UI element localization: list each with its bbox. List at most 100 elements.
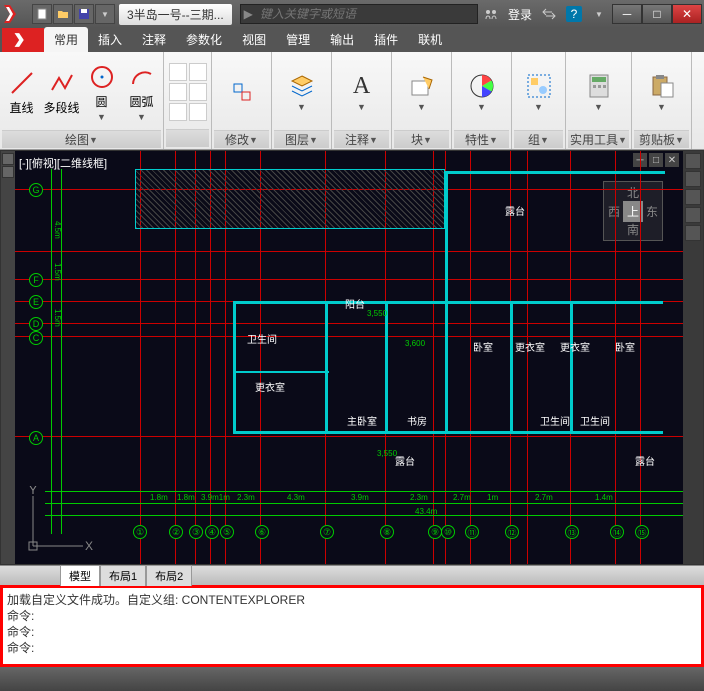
ribbon: 直线 多段线 圆▼ 圆弧▼ 绘图 ▼ 修改 ▼ ▼ 图层 ▼ A▼ 注释 ▼ ▼…	[0, 52, 704, 150]
hatch-icon[interactable]	[169, 83, 187, 101]
grid-bubble: C	[29, 331, 43, 345]
help-dropdown-icon[interactable]: ▼	[590, 5, 608, 23]
layout1-tab[interactable]: 布局1	[100, 565, 146, 586]
group-button[interactable]: ▼	[520, 54, 558, 130]
grid-bubble: D	[29, 317, 43, 331]
nav-bar	[683, 151, 703, 564]
panel-block-label: 块	[411, 131, 423, 148]
status-bar	[0, 667, 704, 691]
panel-layer-label: 图层	[285, 131, 309, 148]
tab-home[interactable]: 常用	[44, 27, 88, 52]
grid-bubble: ⑮	[635, 525, 649, 539]
ellipse-icon[interactable]	[189, 63, 207, 81]
search-play-icon: ▶	[241, 7, 256, 21]
help-icon[interactable]: ?	[566, 6, 582, 22]
grid-bubble: ⑬	[565, 525, 579, 539]
close-button[interactable]: ✕	[672, 4, 702, 24]
rect-icon[interactable]	[169, 63, 187, 81]
svg-text:Y: Y	[29, 486, 37, 497]
tab-parametric[interactable]: 参数化	[176, 27, 232, 52]
panel-draw-label: 绘图	[65, 131, 89, 148]
tab-output[interactable]: 输出	[320, 27, 364, 52]
app-logo-icon	[2, 3, 28, 25]
model-tab[interactable]: 模型	[60, 565, 100, 586]
qat-save-icon[interactable]	[74, 4, 94, 24]
grid-bubble: ①	[133, 525, 147, 539]
qat-new-icon[interactable]	[32, 4, 52, 24]
grid-bubble: ⑪	[465, 525, 479, 539]
ucs-icon: X Y	[23, 486, 93, 556]
qat-open-icon[interactable]	[53, 4, 73, 24]
tab-annotate[interactable]: 注释	[132, 27, 176, 52]
orbit-icon[interactable]	[685, 207, 701, 223]
layer-button[interactable]: ▼	[283, 54, 321, 130]
cmd-history-line: 加载自定义文件成功。自定义组: CONTENTEXPLORER	[7, 592, 697, 608]
viewport-label[interactable]: [-][俯视][二维线框]	[19, 155, 107, 171]
nav-up-icon[interactable]	[2, 153, 14, 165]
tab-plugins[interactable]: 插件	[364, 27, 408, 52]
grid-bubble: ④	[205, 525, 219, 539]
dim-label: 3,600	[405, 339, 425, 348]
panel-modify: 修改 ▼	[212, 52, 272, 149]
panel-prop-label: 特性	[465, 131, 489, 148]
room-label: 卫生间	[580, 413, 610, 428]
qat-dropdown-icon[interactable]: ▼	[95, 4, 115, 24]
vp-close-icon[interactable]: ✕	[665, 153, 679, 167]
panel-layer: ▼ 图层 ▼	[272, 52, 332, 149]
grid-bubble: ⑨	[428, 525, 442, 539]
layout2-tab[interactable]: 布局2	[146, 565, 192, 586]
grid-bubble: ⑭	[610, 525, 624, 539]
grid-bubble: ⑦	[320, 525, 334, 539]
login-link[interactable]: 登录	[508, 6, 532, 23]
minimize-button[interactable]: ─	[612, 4, 642, 24]
tab-insert[interactable]: 插入	[88, 27, 132, 52]
layout-tab-strip: 模型 布局1 布局2	[0, 565, 704, 585]
point-icon[interactable]	[169, 103, 187, 121]
prop-button[interactable]: ▼	[463, 54, 501, 130]
text-button[interactable]: A▼	[343, 54, 381, 130]
pan-icon[interactable]	[685, 171, 701, 187]
arc-button[interactable]: 圆弧▼	[123, 54, 161, 130]
ribbon-tab-strip: 常用 插入 注释 参数化 视图 管理 输出 插件 联机	[0, 28, 704, 52]
tab-view[interactable]: 视图	[232, 27, 276, 52]
room-label: 更衣室	[515, 339, 545, 354]
panel-draw-ext	[164, 52, 212, 149]
region-icon[interactable]	[189, 103, 207, 121]
view-cube[interactable]: 北 南 东 西 上	[603, 181, 663, 241]
circle-button[interactable]: 圆▼	[83, 54, 121, 130]
room-label: 露台	[505, 203, 525, 218]
exchange-icon[interactable]	[540, 5, 558, 23]
nav-down-icon[interactable]	[2, 166, 14, 178]
search-input[interactable]	[256, 7, 477, 21]
grid-bubble: ⑫	[505, 525, 519, 539]
showmotion-icon[interactable]	[685, 225, 701, 241]
panel-prop: ▼ 特性 ▼	[452, 52, 512, 149]
steering-wheel-icon[interactable]	[685, 153, 701, 169]
tab-manage[interactable]: 管理	[276, 27, 320, 52]
quick-access-toolbar: ▼	[32, 4, 115, 24]
search-box: ▶	[240, 4, 478, 24]
util-button[interactable]: ▼	[580, 54, 618, 130]
document-title: 3半岛一号--三期...	[119, 4, 232, 25]
room-label: 阳台	[345, 296, 365, 311]
cmd-history-line: 命令:	[7, 608, 697, 624]
spline-icon[interactable]	[189, 83, 207, 101]
line-button[interactable]: 直线	[3, 54, 41, 130]
app-menu-button[interactable]	[2, 28, 44, 52]
paste-button[interactable]: ▼	[643, 54, 681, 130]
room-label: 卧室	[615, 339, 635, 354]
viewport-area: [-][俯视][二维线框] ─ □ ✕ 北 南 东 西 上	[0, 150, 704, 565]
svg-text:X: X	[85, 539, 93, 553]
command-window[interactable]: 加载自定义文件成功。自定义组: CONTENTEXPLORER 命令: 命令: …	[0, 585, 704, 667]
zoom-icon[interactable]	[685, 189, 701, 205]
drawing-canvas[interactable]: [-][俯视][二维线框] ─ □ ✕ 北 南 东 西 上	[15, 151, 683, 564]
vp-restore-icon[interactable]: □	[649, 153, 663, 167]
modify-button[interactable]	[223, 54, 261, 130]
block-button[interactable]: ▼	[403, 54, 441, 130]
polyline-button[interactable]: 多段线	[43, 54, 81, 130]
signin-icon[interactable]	[482, 5, 500, 23]
tab-online[interactable]: 联机	[408, 27, 452, 52]
room-label: 卧室	[473, 339, 493, 354]
grid-bubble: ③	[189, 525, 203, 539]
maximize-button[interactable]: □	[642, 4, 672, 24]
